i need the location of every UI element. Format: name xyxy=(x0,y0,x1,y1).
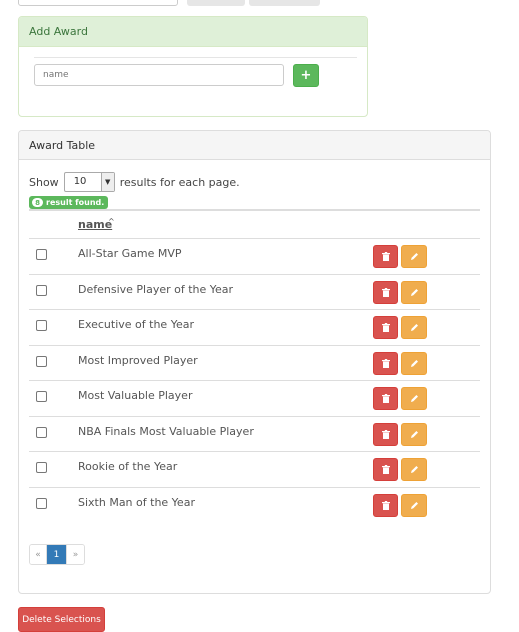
trash-icon xyxy=(381,500,390,510)
trash-icon xyxy=(381,287,390,297)
page-size-value: 10 xyxy=(73,176,87,187)
delete-row-button[interactable] xyxy=(373,422,398,446)
award-name: Most Improved Player xyxy=(78,353,198,367)
pencil-icon xyxy=(410,430,419,439)
delete-selections-button[interactable]: Delete Selections xyxy=(18,607,105,632)
page-size-control: Show 10 ▼ results for each page. xyxy=(29,172,240,192)
sort-asc-icon: ^ xyxy=(108,217,115,226)
edit-row-button[interactable] xyxy=(401,351,427,375)
top-button-1[interactable] xyxy=(187,0,245,6)
row-select-checkbox[interactable] xyxy=(36,249,47,260)
table-row: Executive of the Year xyxy=(29,310,480,346)
table-row: Defensive Player of the Year xyxy=(29,275,480,310)
pagination-prev[interactable]: « xyxy=(30,545,47,564)
award-table-title: Award Table xyxy=(19,131,490,160)
result-count: 8 xyxy=(32,198,43,207)
add-award-title: Add Award xyxy=(19,17,367,47)
add-award-panel: Add Award + xyxy=(18,16,368,117)
results-label: results for each page. xyxy=(119,175,240,189)
table-header: name ^ xyxy=(29,211,480,239)
row-select-checkbox[interactable] xyxy=(36,320,47,331)
divider xyxy=(34,57,357,58)
pagination-page-1[interactable]: 1 xyxy=(47,545,66,564)
row-select-checkbox[interactable] xyxy=(36,497,47,509)
award-name: Sixth Man of the Year xyxy=(78,495,195,509)
edit-row-button[interactable] xyxy=(401,422,427,446)
trash-icon xyxy=(381,429,390,439)
pagination: « 1 » xyxy=(29,544,85,565)
row-select-checkbox[interactable] xyxy=(36,462,47,473)
top-search-input[interactable] xyxy=(18,0,178,6)
add-award-button[interactable]: + xyxy=(293,64,319,87)
delete-row-button[interactable] xyxy=(373,387,398,410)
trash-icon xyxy=(381,358,390,368)
pencil-icon xyxy=(410,501,419,510)
row-select-checkbox[interactable] xyxy=(36,355,47,367)
top-button-2[interactable] xyxy=(249,0,320,6)
delete-row-button[interactable] xyxy=(373,316,398,339)
table-row: Rookie of the Year xyxy=(29,452,480,488)
row-select-checkbox[interactable] xyxy=(36,426,47,438)
award-name: Defensive Player of the Year xyxy=(78,282,234,296)
delete-row-button[interactable] xyxy=(373,458,398,481)
delete-row-button[interactable] xyxy=(373,493,398,517)
award-name: Executive of the Year xyxy=(78,318,194,331)
result-count-badge: 8 result found. xyxy=(29,196,109,209)
award-table-panel: Award Table Show 10 ▼ results for each p… xyxy=(18,130,491,594)
trash-icon xyxy=(381,252,390,261)
pencil-icon xyxy=(410,288,419,297)
pencil-icon xyxy=(410,323,419,332)
edit-row-button[interactable] xyxy=(401,458,427,481)
row-select-checkbox[interactable] xyxy=(36,391,47,402)
table-row: NBA Finals Most Valuable Player xyxy=(29,417,480,452)
delete-row-button[interactable] xyxy=(373,245,398,268)
pencil-icon xyxy=(410,465,419,474)
table-row: Most Valuable Player xyxy=(29,381,480,417)
edit-row-button[interactable] xyxy=(401,245,427,268)
pencil-icon xyxy=(410,252,419,261)
table-row: Most Improved Player xyxy=(29,346,480,381)
pencil-icon xyxy=(410,394,419,403)
edit-row-button[interactable] xyxy=(401,280,427,304)
delete-row-button[interactable] xyxy=(373,280,398,304)
show-label: Show xyxy=(29,175,59,189)
award-name-input[interactable] xyxy=(34,64,284,86)
award-name: Most Valuable Player xyxy=(78,389,193,402)
trash-icon xyxy=(381,465,390,474)
pencil-icon xyxy=(410,359,419,368)
pagination-next[interactable]: » xyxy=(66,545,84,564)
plus-icon: + xyxy=(300,68,312,83)
award-name: All-Star Game MVP xyxy=(78,247,182,260)
page-size-select[interactable]: 10 ▼ xyxy=(63,172,115,192)
edit-row-button[interactable] xyxy=(401,387,427,410)
table-row: All-Star Game MVP xyxy=(29,239,480,275)
result-text: result found. xyxy=(46,198,105,207)
award-name: Rookie of the Year xyxy=(78,460,178,473)
award-name: NBA Finals Most Valuable Player xyxy=(78,424,254,438)
caret-down-icon: ▼ xyxy=(100,173,114,191)
row-select-checkbox[interactable] xyxy=(36,284,47,296)
table-row: Sixth Man of the Year xyxy=(29,488,480,524)
edit-row-button[interactable] xyxy=(401,493,427,517)
trash-icon xyxy=(381,323,390,332)
delete-row-button[interactable] xyxy=(373,351,398,375)
trash-icon xyxy=(381,394,390,403)
award-table: name ^ All-Star Game MVP Defensive Player… xyxy=(29,209,480,523)
edit-row-button[interactable] xyxy=(401,316,427,339)
